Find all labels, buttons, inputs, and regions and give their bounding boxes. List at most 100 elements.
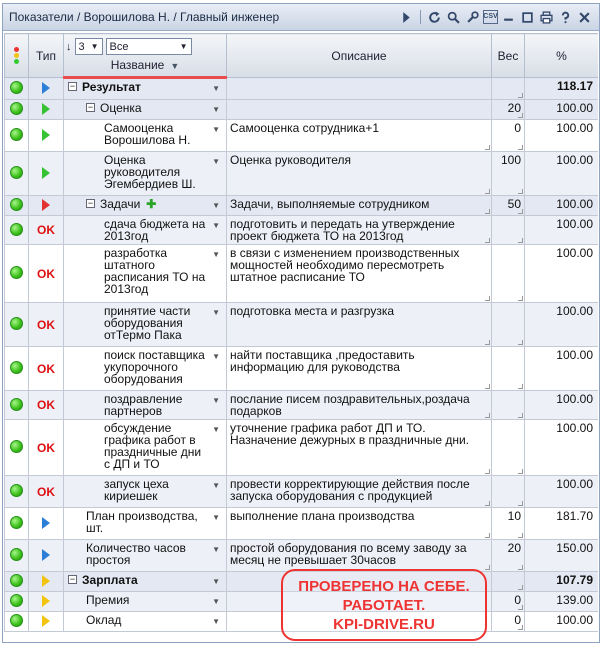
collapse-icon[interactable]: − [86, 199, 95, 208]
table-row[interactable]: Самооценка Ворошилова Н. ▼ Самооценка сотр… [4, 119, 598, 152]
weight-cell[interactable] [491, 244, 525, 303]
name-cell[interactable]: разработка штатного расписания ТО на 201… [63, 244, 227, 303]
filter-select[interactable]: Все ▼ [105, 38, 192, 55]
name-cell[interactable]: − Зарплата ▼ [63, 571, 227, 592]
weight-cell[interactable] [491, 302, 525, 347]
description-cell[interactable]: уточнение графика работ ДП и ТО. Назначе… [226, 419, 492, 476]
green-triangle-icon[interactable] [42, 166, 50, 179]
header-weight[interactable]: Вес [491, 33, 525, 78]
help-icon[interactable] [557, 9, 574, 26]
collapse-icon[interactable]: − [86, 103, 95, 112]
weight-cell[interactable]: 0 [491, 591, 525, 612]
chevron-down-icon[interactable]: ▼ [212, 83, 220, 95]
chevron-down-icon[interactable]: ▼ [212, 249, 220, 261]
name-cell[interactable]: − Результат ▼ [63, 77, 227, 100]
weight-cell[interactable]: 10 [491, 507, 525, 540]
table-row[interactable]: Количество часов простоя ▼ простой оборудо… [4, 539, 598, 572]
description-cell[interactable] [226, 99, 492, 120]
description-cell[interactable]: Задачи, выполняемые сотрудником [226, 195, 492, 216]
header-percent[interactable]: % [524, 33, 598, 78]
chevron-down-icon[interactable]: ▼ [212, 351, 220, 363]
chevron-down-icon[interactable]: ▼ [212, 596, 220, 608]
name-cell[interactable]: Оценка руководителя Эгембердиев Ш. ▼ [63, 151, 227, 196]
sort-menu-icon[interactable]: ▼ [170, 61, 179, 71]
green-triangle-icon[interactable] [42, 128, 50, 141]
yellow-triangle-icon[interactable] [42, 614, 50, 627]
print-icon[interactable] [538, 9, 555, 26]
weight-cell[interactable]: 20 [491, 539, 525, 572]
yellow-triangle-icon[interactable] [42, 594, 50, 607]
header-description[interactable]: Описание [226, 33, 492, 78]
name-cell[interactable]: − Оценка ▼ [63, 99, 227, 120]
table-row[interactable]: OK обсуждение графика работ в праздничные… [4, 419, 598, 476]
chevron-down-icon[interactable]: ▼ [212, 424, 220, 436]
sort-down-icon[interactable]: ↓ [66, 41, 72, 53]
chevron-down-icon[interactable]: ▼ [212, 480, 220, 492]
collapse-icon[interactable]: − [68, 82, 77, 91]
name-cell[interactable]: Премия ▼ [63, 591, 227, 612]
name-cell[interactable]: принятие части оборудования отТермо Пака… [63, 302, 227, 347]
table-row[interactable]: − Оценка ▼ 20 100.00 [4, 99, 598, 120]
name-cell[interactable]: План производства, шт. ▼ [63, 507, 227, 540]
name-cell[interactable]: поиск поставщика укупорочного оборудован… [63, 346, 227, 391]
table-row[interactable]: План производства, шт. ▼ выполнение плана … [4, 507, 598, 540]
chevron-down-icon[interactable]: ▼ [212, 512, 220, 524]
weight-cell[interactable]: 50 [491, 195, 525, 216]
description-cell[interactable]: провести корректирующие действия после з… [226, 475, 492, 508]
chevron-down-icon[interactable]: ▼ [212, 307, 220, 319]
weight-cell[interactable] [491, 346, 525, 391]
close-icon[interactable] [576, 9, 593, 26]
name-cell[interactable]: Оклад ▼ [63, 611, 227, 632]
description-cell[interactable]: подготовка места и разгрузка [226, 302, 492, 347]
next-icon[interactable] [398, 9, 415, 26]
weight-cell[interactable] [491, 475, 525, 508]
chevron-down-icon[interactable]: ▼ [212, 220, 220, 232]
weight-cell[interactable]: 100 [491, 151, 525, 196]
table-row[interactable]: Оценка руководителя Эгембердиев Ш. ▼ Оценк… [4, 151, 598, 196]
table-row[interactable]: OK разработка штатного расписания ТО на 2… [4, 244, 598, 303]
description-cell[interactable]: послание писем поздравительных,роздача п… [226, 390, 492, 420]
name-cell[interactable]: запуск цеха кириешек ▼ [63, 475, 227, 508]
yellow-triangle-icon[interactable] [42, 574, 50, 587]
description-cell[interactable]: Самооценка сотрудника+1 [226, 119, 492, 152]
header-indicator[interactable] [4, 33, 29, 78]
red-triangle-icon[interactable] [42, 198, 50, 211]
blue-triangle-icon[interactable] [42, 81, 50, 94]
level-select[interactable]: 3 ▼ [74, 38, 103, 55]
chevron-down-icon[interactable]: ▼ [212, 576, 220, 588]
add-task-icon[interactable]: ✚ [146, 198, 156, 210]
csv-export-icon[interactable]: CSV [483, 10, 498, 24]
maximize-icon[interactable] [519, 9, 536, 26]
description-cell[interactable]: найти поставщика ,предоставить информаци… [226, 346, 492, 391]
blue-triangle-icon[interactable] [42, 516, 50, 529]
chevron-down-icon[interactable]: ▼ [212, 200, 220, 212]
table-row[interactable]: OK поздравление партнеров ▼ послание писем … [4, 390, 598, 420]
table-row[interactable]: − Задачи ✚ ▼ Задачи, выполняемые сотрудником… [4, 195, 598, 216]
chevron-down-icon[interactable]: ▼ [212, 124, 220, 136]
table-row[interactable]: OK принятие части оборудования отТермо Па… [4, 302, 598, 347]
weight-cell[interactable] [491, 215, 525, 245]
settings-icon[interactable] [464, 9, 481, 26]
description-cell[interactable]: Оценка руководителя [226, 151, 492, 196]
weight-cell[interactable]: 0 [491, 119, 525, 152]
chevron-down-icon[interactable]: ▼ [212, 616, 220, 628]
description-cell[interactable]: простой оборудования по всему заводу за … [226, 539, 492, 572]
name-cell[interactable]: Самооценка Ворошилова Н. ▼ [63, 119, 227, 152]
name-cell[interactable]: Количество часов простоя ▼ [63, 539, 227, 572]
table-row[interactable]: − Результат ▼ 118.17 [4, 77, 598, 100]
chevron-down-icon[interactable]: ▼ [212, 395, 220, 407]
description-cell[interactable]: в связи с изменением производственных мо… [226, 244, 492, 303]
minimize-icon[interactable] [500, 9, 517, 26]
description-cell[interactable] [226, 77, 492, 100]
weight-cell[interactable]: 20 [491, 99, 525, 120]
search-icon[interactable] [445, 9, 462, 26]
table-row[interactable]: OK сдача бюджета на 2013год ▼ подготовить и… [4, 215, 598, 245]
chevron-down-icon[interactable]: ▼ [212, 104, 220, 116]
header-type[interactable]: Тип [28, 33, 64, 78]
weight-cell[interactable] [491, 419, 525, 476]
weight-cell[interactable] [491, 77, 525, 100]
name-cell[interactable]: обсуждение графика работ в праздничные д… [63, 419, 227, 476]
name-cell[interactable]: − Задачи ✚ ▼ [63, 195, 227, 216]
description-cell[interactable]: выполнение плана производства [226, 507, 492, 540]
green-triangle-icon[interactable] [42, 102, 50, 115]
